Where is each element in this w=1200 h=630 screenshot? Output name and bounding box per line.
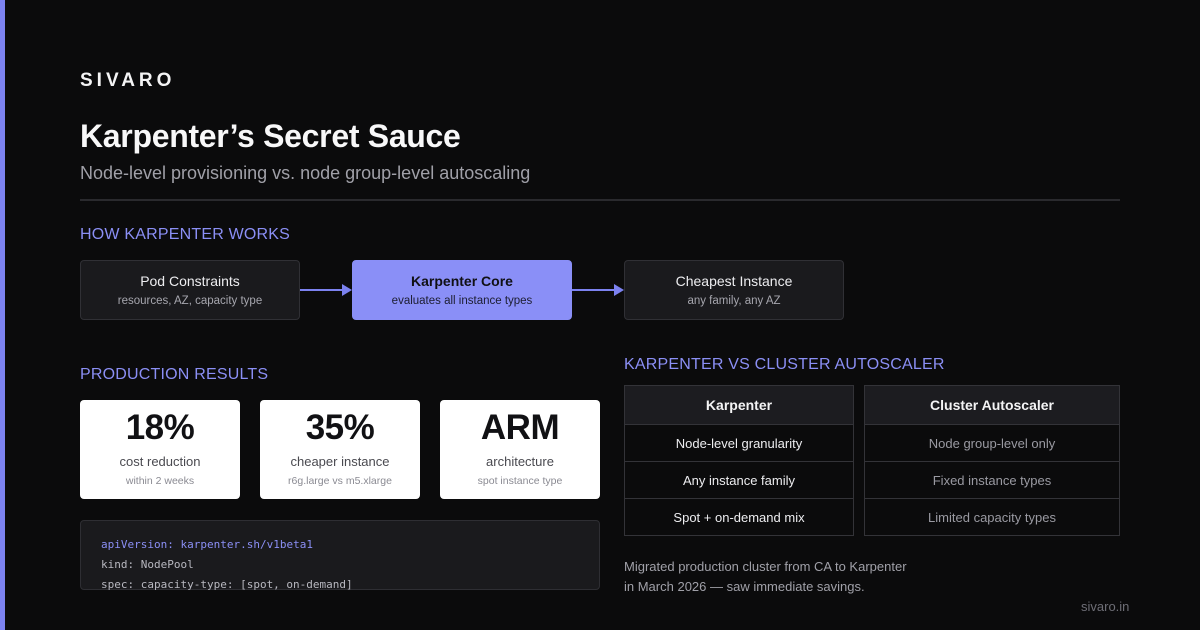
header-divider xyxy=(80,199,1120,201)
comparison-section-label: KARPENTER VS CLUSTER AUTOSCALER xyxy=(624,356,945,373)
brand-logo: SIVARO xyxy=(80,70,176,91)
migration-note: Migrated production cluster from CA to K… xyxy=(624,557,907,597)
comparison-cell: Node group-level only xyxy=(864,424,1120,462)
flow-step-pod-constraints: Pod Constraints resources, AZ, capacity … xyxy=(80,260,300,320)
stat-label: architecture xyxy=(486,454,554,469)
footer-url[interactable]: sivaro.in xyxy=(1081,599,1129,614)
stat-value: ARM xyxy=(480,408,560,447)
stat-card-architecture: ARM architecture spot instance type xyxy=(440,400,600,499)
flow-step-title: Pod Constraints xyxy=(140,273,240,289)
stat-card-cost-reduction: 18% cost reduction within 2 weeks xyxy=(80,400,240,499)
accent-bar xyxy=(0,0,5,630)
flow-step-title: Karpenter Core xyxy=(411,273,513,289)
comparison-cell: Fixed instance types xyxy=(864,461,1120,499)
page-subtitle: Node-level provisioning vs. node group-l… xyxy=(80,163,531,183)
flow-step-subtitle: any family, any AZ xyxy=(687,295,781,307)
note-line: Migrated production cluster from CA to K… xyxy=(624,559,907,574)
stat-value: 35% xyxy=(305,408,375,447)
comparison-column-karpenter: Karpenter Node-level granularity Any ins… xyxy=(624,385,854,536)
comparison-column-cluster-autoscaler: Cluster Autoscaler Node group-level only… xyxy=(864,385,1120,536)
comparison-header: Cluster Autoscaler xyxy=(864,385,1120,425)
stat-card-cheaper-instance: 35% cheaper instance r6g.large vs m5.xla… xyxy=(260,400,420,499)
flow-step-karpenter-core: Karpenter Core evaluates all instance ty… xyxy=(352,260,572,320)
flow-arrow-icon xyxy=(572,284,624,296)
comparison-cell: Spot + on-demand mix xyxy=(624,498,854,536)
stat-label: cheaper instance xyxy=(290,454,390,469)
flow-step-subtitle: evaluates all instance types xyxy=(391,295,533,307)
nodepool-code-block: apiVersion: karpenter.sh/v1beta1 kind: N… xyxy=(80,520,600,591)
comparison-cell: Limited capacity types xyxy=(864,498,1120,536)
comparison-cell: Any instance family xyxy=(624,461,854,499)
results-section-label: PRODUCTION RESULTS xyxy=(80,366,269,383)
stat-sublabel: within 2 weeks xyxy=(125,475,195,487)
flow-step-cheapest-instance: Cheapest Instance any family, any AZ xyxy=(624,260,844,320)
comparison-header: Karpenter xyxy=(624,385,854,425)
how-section-label: HOW KARPENTER WORKS xyxy=(80,226,291,243)
flow-arrow-icon xyxy=(300,284,352,296)
flow-step-subtitle: resources, AZ, capacity type xyxy=(117,295,263,307)
flow-step-title: Cheapest Instance xyxy=(675,273,793,289)
stat-sublabel: spot instance type xyxy=(477,475,563,487)
code-line-api-version: apiVersion: karpenter.sh/v1beta1 xyxy=(101,535,579,555)
code-value: karpenter.sh/v1beta1 xyxy=(180,538,313,551)
stat-sublabel: r6g.large vs m5.xlarge xyxy=(288,475,392,487)
page-title: Karpenter’s Secret Sauce xyxy=(80,118,461,154)
note-line: in March 2026 — saw immediate savings. xyxy=(624,579,865,594)
stat-value: 18% xyxy=(125,408,195,447)
code-line-spec: spec: capacity-type: [spot, on-demand] xyxy=(101,578,353,591)
comparison-cell: Node-level granularity xyxy=(624,424,854,462)
stat-label: cost reduction xyxy=(119,454,201,469)
code-line-kind: kind: NodePool xyxy=(101,558,194,571)
code-key: apiVersion: xyxy=(101,538,174,551)
